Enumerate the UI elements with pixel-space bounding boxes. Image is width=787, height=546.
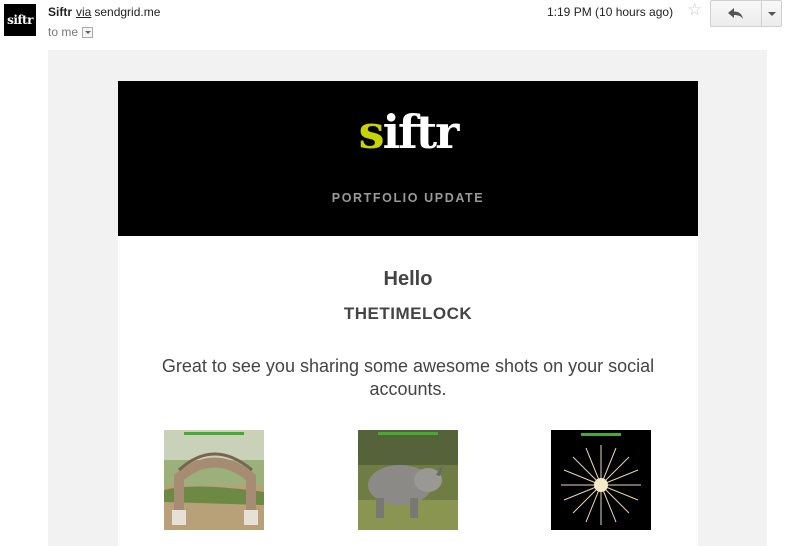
reply-arrow-icon: [728, 7, 743, 19]
photo-thumbnail-archway[interactable]: [164, 430, 264, 530]
recipient-label: to me: [48, 25, 79, 39]
username-heading: THETIMELOCK: [343, 304, 473, 323]
recipient-line: to me: [48, 25, 94, 39]
reply-button-group: [710, 0, 782, 27]
greeting-heading: Hello: [383, 268, 433, 290]
portfolio-update-tagline: PORTFOLIO UPDATE: [331, 191, 485, 205]
sender-name[interactable]: Siftr: [48, 5, 72, 19]
reply-button[interactable]: [711, 1, 762, 26]
sender-domain: sendgrid.me: [94, 5, 161, 19]
sender-line: Siftr via sendgrid.me: [48, 5, 160, 19]
message-text: Great to see you sharing some awesome sh…: [161, 356, 655, 399]
show-details-dropdown-icon[interactable]: [82, 26, 94, 38]
more-options-button[interactable]: [762, 1, 781, 26]
photo-thumbnail-rhino[interactable]: [358, 430, 458, 530]
star-icon[interactable]: ☆: [687, 1, 702, 18]
via-link[interactable]: via: [76, 5, 91, 19]
avatar-logo-text: siftr: [7, 13, 33, 27]
email-content-card: Hello THETIMELOCK Great to see you shari…: [118, 236, 698, 546]
timestamp: 1:19 PM (10 hours ago): [547, 5, 674, 19]
photo-thumbnail-fireworks[interactable]: [551, 430, 651, 530]
sender-avatar[interactable]: siftr: [4, 4, 36, 36]
siftr-logo: siftr: [358, 105, 460, 159]
email-banner: siftr PORTFOLIO UPDATE: [118, 81, 698, 236]
